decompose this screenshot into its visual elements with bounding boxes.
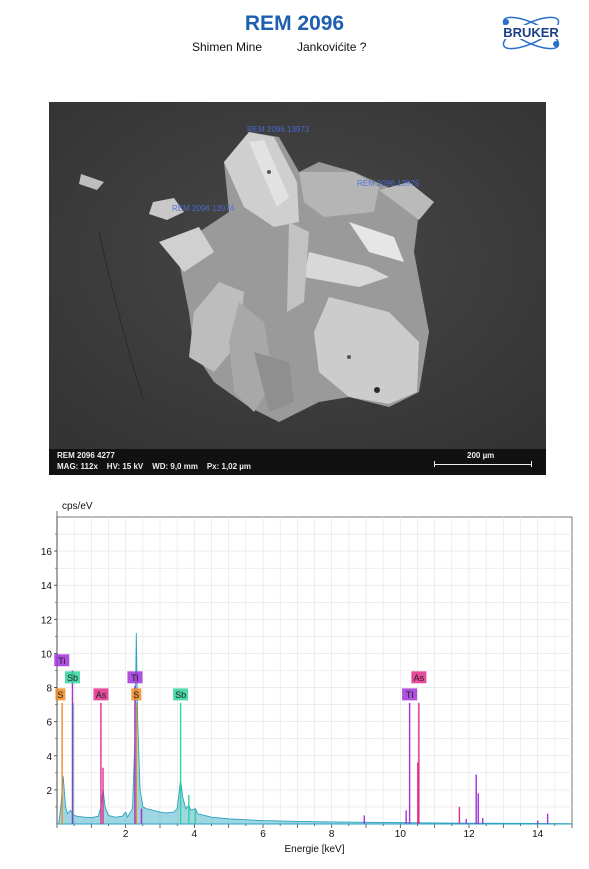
element-label: Tl xyxy=(131,673,139,683)
x-tick-label: 2 xyxy=(123,829,129,840)
y-tick-label: 14 xyxy=(41,581,53,592)
x-tick-label: 4 xyxy=(192,829,198,840)
sem-info-line1: REM 2096 4277 xyxy=(57,451,115,460)
element-label: As xyxy=(96,690,107,700)
x-tick-label: 14 xyxy=(532,829,544,840)
element-label: S xyxy=(57,690,63,700)
mineral-text: Jankovićite ? xyxy=(297,40,367,54)
sem-spot-label: REM 2096 13973 xyxy=(247,125,310,134)
scale-bar xyxy=(434,461,532,467)
logo-text: BRUKER xyxy=(503,25,559,40)
x-tick-label: 12 xyxy=(463,829,475,840)
x-tick-label: 8 xyxy=(329,829,335,840)
x-tick-label: 10 xyxy=(395,829,407,840)
element-label: Sb xyxy=(67,673,78,683)
element-label: As xyxy=(414,673,425,683)
y-tick-label: 6 xyxy=(46,718,52,729)
bruker-logo: BRUKER xyxy=(488,16,574,50)
y-tick-label: 10 xyxy=(41,649,53,660)
element-label: Sb xyxy=(175,690,186,700)
x-axis-label: Energie [keV] xyxy=(284,844,344,855)
y-axis-label: cps/eV xyxy=(62,501,93,512)
y-tick-label: 8 xyxy=(46,684,52,695)
y-tick-label: 16 xyxy=(41,547,53,558)
scale-bar-label: 200 µm xyxy=(467,451,495,460)
eds-spectrum-chart: 2 4 6 8 10 12 14246810121416 TiSbS AsTlS Sb TlAs … xyxy=(41,501,573,855)
x-tick-label: 6 xyxy=(260,829,266,840)
y-tick-label: 4 xyxy=(46,752,52,763)
y-tick-label: 12 xyxy=(41,615,53,626)
sem-info-bar: REM 2096 4277 MAG: 112x HV: 15 kV WD: 9,… xyxy=(49,449,546,475)
sem-info-line2: MAG: 112x HV: 15 kV WD: 9,0 mm Px: 1,02 … xyxy=(57,462,252,471)
locality-text: Shimen Mine xyxy=(192,40,263,54)
element-label: Tl xyxy=(406,690,414,700)
element-label: S xyxy=(133,690,139,700)
sem-micrograph xyxy=(49,102,546,449)
sem-image: REM 2096 13973 REM 2096 13975 REM 2096 1… xyxy=(49,102,546,475)
sem-spot-label: REM 2096 13975 xyxy=(357,179,420,188)
y-tick-label: 2 xyxy=(46,786,52,797)
sem-spot-label: REM 2096 13974 xyxy=(172,204,235,213)
element-label: Ti xyxy=(58,656,65,666)
